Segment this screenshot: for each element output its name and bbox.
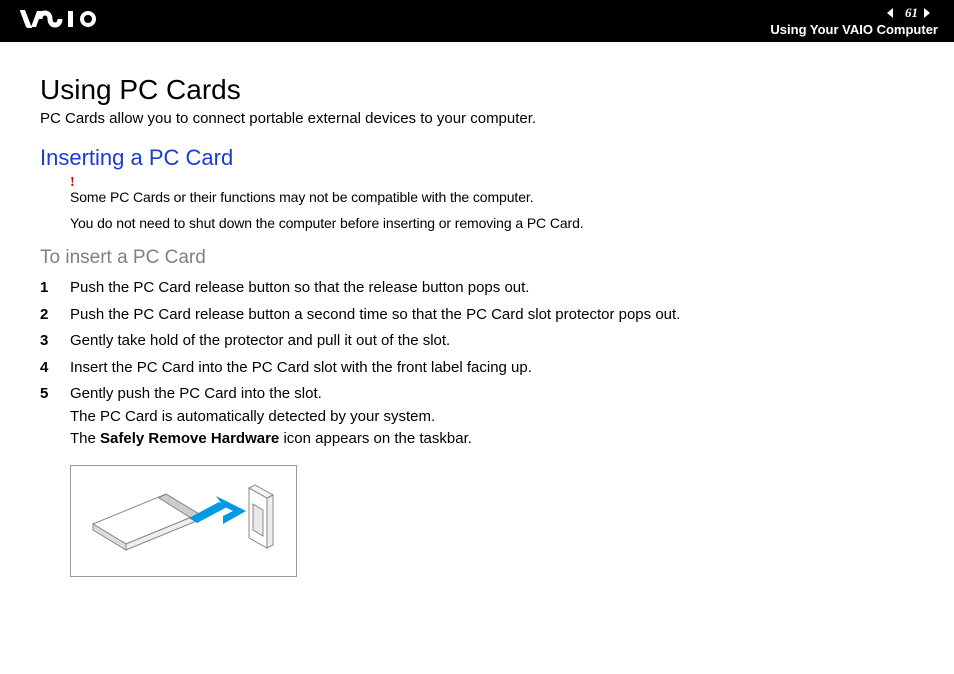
warning-icon: ! xyxy=(70,179,914,187)
header-right: 61 Using Your VAIO Computer xyxy=(770,5,938,37)
next-page-arrow-icon[interactable] xyxy=(922,6,938,20)
step-text: Insert the PC Card into the PC Card slot… xyxy=(70,357,914,380)
step-line: Gently push the PC Card into the slot. xyxy=(70,385,322,402)
step-number: 1 xyxy=(40,277,70,300)
page-number: 61 xyxy=(905,5,918,21)
step-item: 5 Gently push the PC Card into the slot.… xyxy=(40,383,914,451)
steps-list: 1 Push the PC Card release button so tha… xyxy=(40,277,914,451)
breadcrumb: Using Your VAIO Computer xyxy=(770,22,938,37)
prev-page-arrow-icon[interactable] xyxy=(885,6,901,20)
step-text: Gently push the PC Card into the slot. T… xyxy=(70,383,914,451)
step-item: 2 Push the PC Card release button a seco… xyxy=(40,304,914,327)
page-header: 61 Using Your VAIO Computer xyxy=(0,0,954,42)
pc-card-illustration xyxy=(70,465,297,577)
step-text: Push the PC Card release button so that … xyxy=(70,277,914,300)
procedure-heading: To insert a PC Card xyxy=(40,247,914,269)
step-number: 2 xyxy=(40,304,70,327)
step-item: 3 Gently take hold of the protector and … xyxy=(40,330,914,353)
step-number: 3 xyxy=(40,330,70,353)
step-number: 5 xyxy=(40,383,70,406)
info-note: You do not need to shut down the compute… xyxy=(70,215,914,231)
vaio-logo xyxy=(20,8,120,35)
warning-note: Some PC Cards or their functions may not… xyxy=(70,189,914,205)
bold-term: Safely Remove Hardware xyxy=(100,430,279,447)
step-item: 4 Insert the PC Card into the PC Card sl… xyxy=(40,357,914,380)
step-line: The xyxy=(70,430,100,447)
step-text: Push the PC Card release button a second… xyxy=(70,304,914,327)
step-item: 1 Push the PC Card release button so tha… xyxy=(40,277,914,300)
page-title: Using PC Cards xyxy=(40,74,914,106)
intro-text: PC Cards allow you to connect portable e… xyxy=(40,110,914,127)
section-heading: Inserting a PC Card xyxy=(40,145,914,171)
document-page: 61 Using Your VAIO Computer Using PC Car… xyxy=(0,0,954,674)
step-line: The PC Card is automatically detected by… xyxy=(70,408,435,425)
content-area: Using PC Cards PC Cards allow you to con… xyxy=(0,42,954,577)
step-text: Gently take hold of the protector and pu… xyxy=(70,330,914,353)
step-line: icon appears on the taskbar. xyxy=(279,430,472,447)
step-number: 4 xyxy=(40,357,70,380)
